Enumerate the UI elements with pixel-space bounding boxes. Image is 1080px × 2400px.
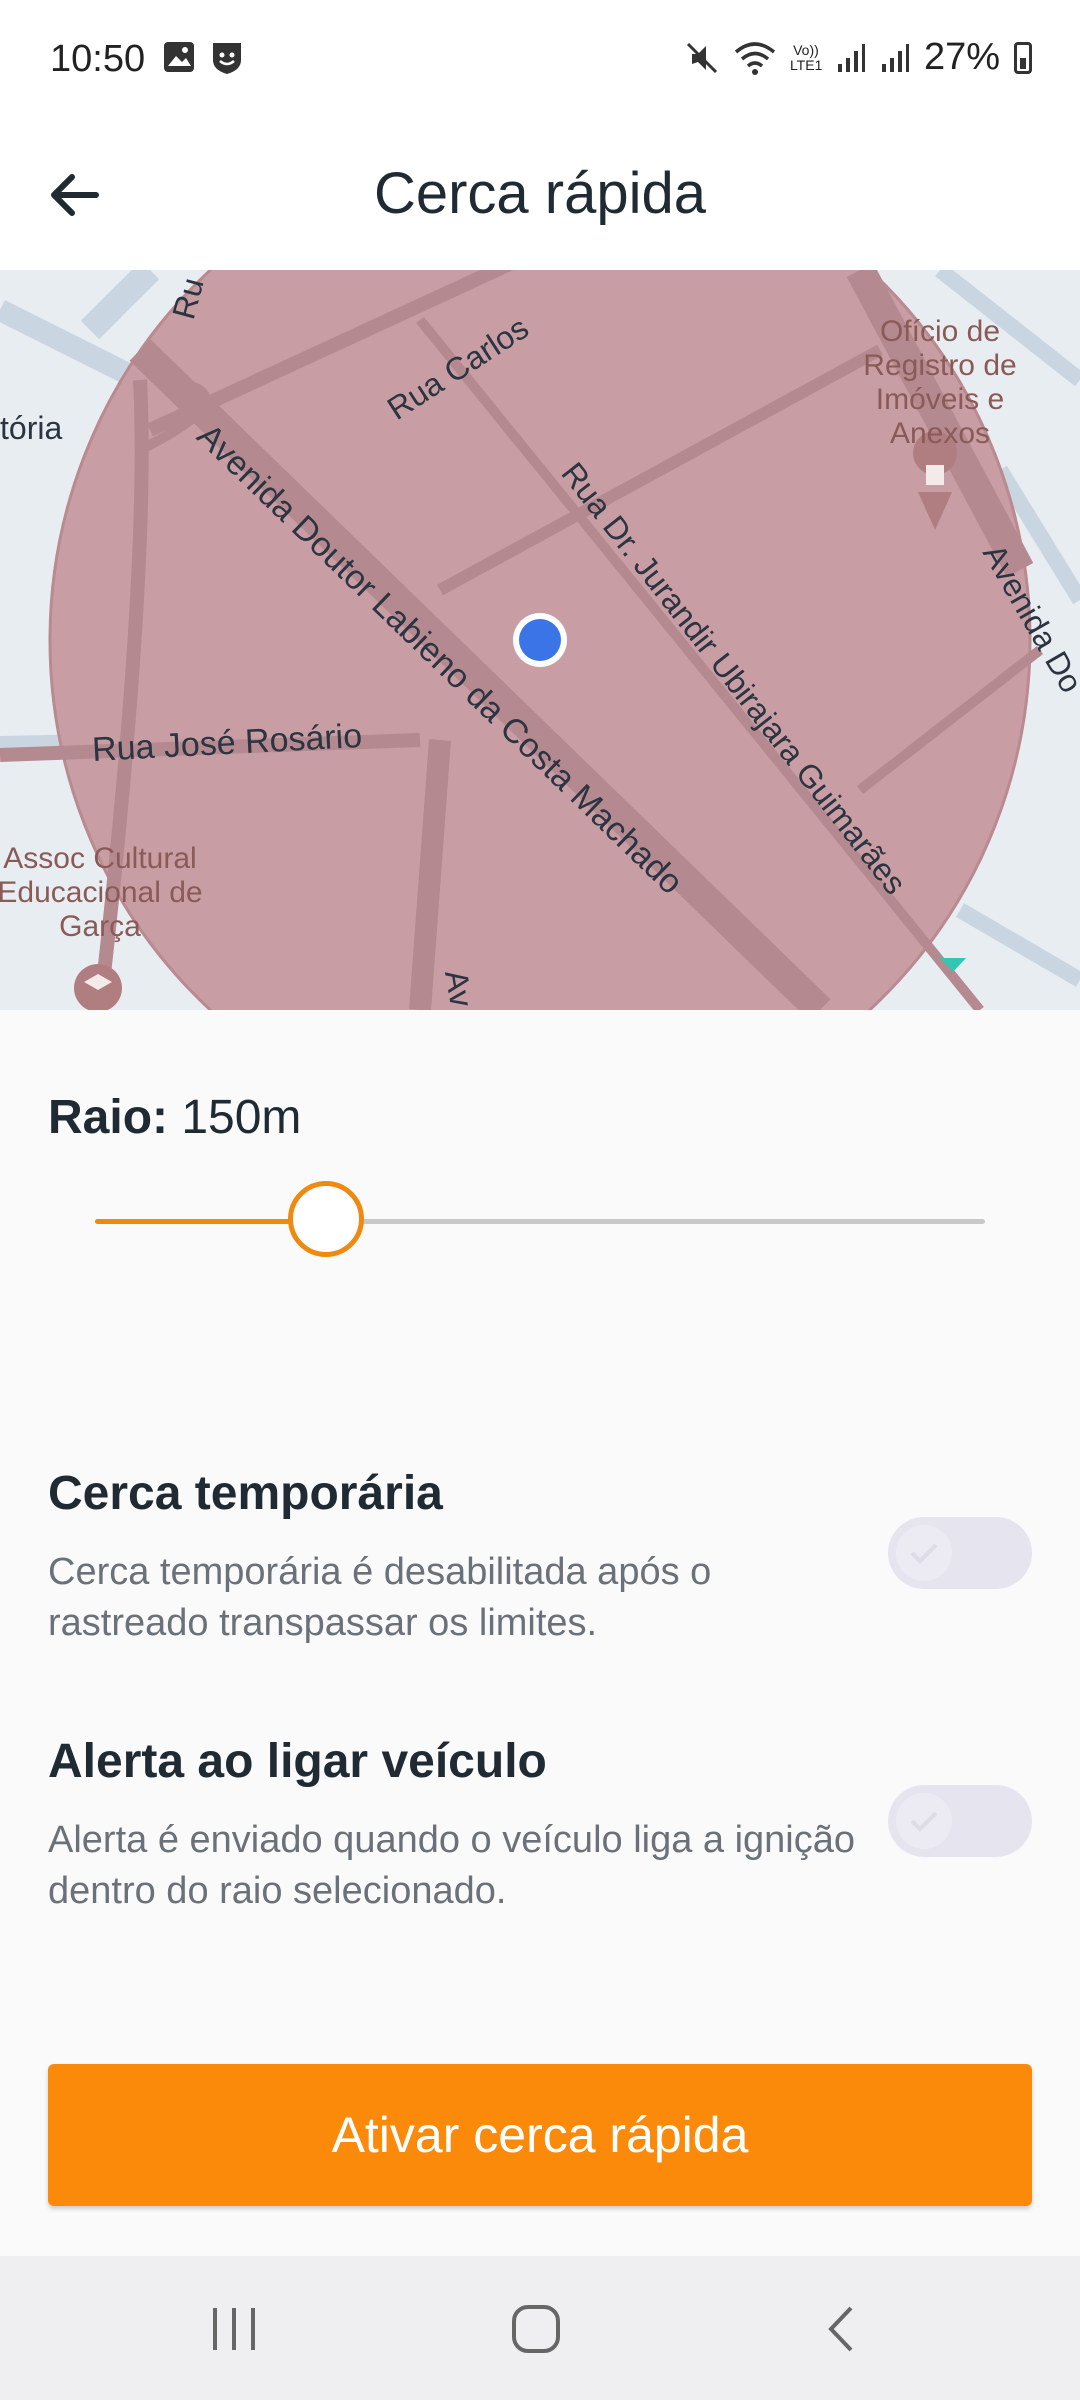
radius-slider-thumb[interactable] [288,1181,365,1257]
activate-fence-button[interactable]: Ativar cerca rápida [48,2064,1032,2206]
temporary-fence-title: Cerca temporária [48,1467,443,1520]
check-icon [910,1811,938,1832]
home-button[interactable] [496,2294,576,2364]
home-icon [512,2305,560,2353]
radius-value: 150m [181,1091,302,1144]
system-back-button[interactable] [800,2294,880,2364]
status-time: 10:50 [50,38,146,80]
back-chevron-icon [828,2306,853,2352]
check-icon [910,1543,938,1564]
map-view[interactable]: Rua Carlos Avenida Doutor Labieno da Cos… [0,270,1080,1010]
street-label: tória [0,410,63,446]
temporary-fence-description: Cerca temporária é desabilitada após o r… [48,1551,712,1644]
app-header: Cerca rápida [0,120,1080,270]
signal-icon [837,43,865,72]
ignition-alert-description: Alerta é enviado quando o veículo liga a… [48,1819,856,1912]
radius-label: Raio: 150m [48,1090,301,1145]
volte-icon: Vo)) LTE1 [789,41,823,73]
toggle-knob [896,1793,952,1849]
signal-icon [881,43,909,72]
gallery-icon [164,42,194,72]
recent-apps-icon [213,2308,255,2350]
status-left-icons [162,40,244,76]
system-nav-bar [0,2256,1080,2400]
recent-apps-button[interactable] [194,2294,274,2364]
ignition-alert-toggle[interactable] [888,1785,1032,1857]
ignition-alert-title: Alerta ao ligar veículo [48,1735,547,1788]
toggle-knob [896,1525,952,1581]
status-right-icons: Vo)) LTE1 27% [684,36,1032,79]
radius-label-text: Raio: [48,1091,168,1144]
battery-percent: 27% [923,36,1000,78]
page-title: Cerca rápida [373,161,707,226]
battery-icon [1014,41,1032,74]
status-bar: 10:50 Vo)) LTE1 27% [0,0,1080,120]
street-label: Av [437,967,480,1010]
radius-slider-track[interactable] [95,1219,985,1224]
shield-face-icon [213,43,241,74]
temporary-fence-toggle[interactable] [888,1517,1032,1589]
mute-icon [686,42,717,73]
poi-label: Assoc Cultural Educacional de Garça [0,842,203,943]
poi-label: Ofício de Registro de Imóveis e Anexos [863,315,1017,450]
wifi-icon [734,41,776,75]
